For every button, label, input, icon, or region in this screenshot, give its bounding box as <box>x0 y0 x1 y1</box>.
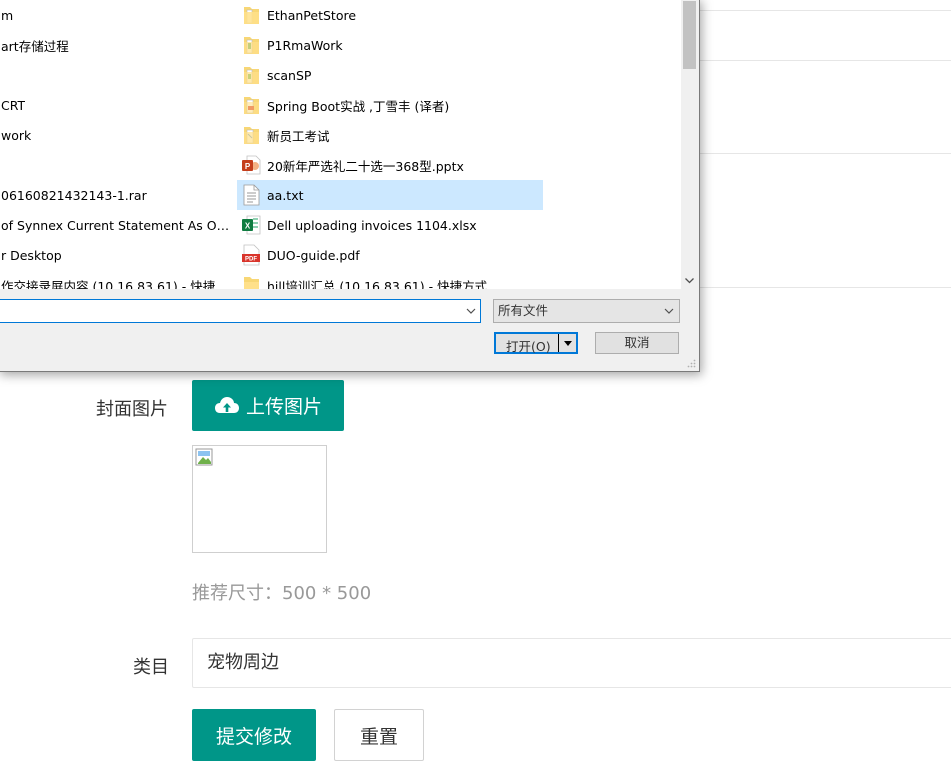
file-item[interactable]: of Synnex Current Statement As Of ... <box>1 210 233 240</box>
file-item[interactable]: work <box>1 120 233 150</box>
cloud-upload-icon <box>214 396 239 413</box>
xlsx-icon: X <box>242 215 261 235</box>
folder-icon <box>244 67 259 84</box>
file-item[interactable]: P 20新年严选礼二十选一368型.pptx <box>237 150 543 180</box>
file-item[interactable]: PDF DUO-guide.pdf <box>237 240 543 270</box>
file-item[interactable]: CRT <box>1 90 233 120</box>
cover-image-preview <box>192 445 327 553</box>
resize-grip-icon[interactable] <box>686 358 696 368</box>
file-name: 新员工考试 <box>267 128 330 144</box>
file-name: Dell uploading invoices 1104.xlsx <box>267 217 477 233</box>
submit-button[interactable]: 提交修改 <box>192 709 316 761</box>
svg-text:P: P <box>245 162 251 171</box>
file-item[interactable]: X Dell uploading invoices 1104.xlsx <box>237 210 543 240</box>
file-name: of Synnex Current Statement As Of ... <box>1 217 233 233</box>
file-name: P1RmaWork <box>267 37 343 53</box>
form-divider <box>698 60 951 61</box>
svg-text:PDF: PDF <box>245 257 257 263</box>
file-open-dialog: m art存储过程 CRT work 06160821432143-1.rar … <box>0 0 700 372</box>
category-input[interactable]: 宠物周边 <box>192 638 951 688</box>
size-hint: 推荐尺寸：500 * 500 <box>192 583 372 604</box>
filetype-selected-value: 所有文件 <box>498 303 549 318</box>
chevron-down-icon[interactable] <box>465 305 477 317</box>
file-item[interactable]: 作交接录屏内容 (10.16.83.61) - 快捷方... <box>1 270 233 290</box>
svg-text:X: X <box>245 222 251 231</box>
form-divider <box>698 287 951 288</box>
file-item-selected[interactable]: aa.txt <box>237 180 543 210</box>
file-list-pane: m art存储过程 CRT work 06160821432143-1.rar … <box>0 0 681 289</box>
dropdown-arrow-icon[interactable] <box>563 337 573 349</box>
file-item[interactable]: scanSP <box>237 60 543 90</box>
broken-image-icon <box>195 448 213 466</box>
category-label: 类目 <box>133 657 169 678</box>
scrollbar-thumb[interactable] <box>683 1 696 69</box>
txt-file-icon <box>243 184 260 206</box>
folder-shortcut-icon <box>244 277 259 289</box>
chevron-down-icon <box>664 308 674 314</box>
form-divider <box>698 153 951 154</box>
file-item[interactable]: art存储过程 <box>1 30 233 60</box>
open-button[interactable]: 打开(O) <box>494 332 578 354</box>
file-item[interactable]: 06160821432143-1.rar <box>1 180 233 210</box>
pdf-icon: PDF <box>242 244 260 266</box>
file-name: DUO-guide.pdf <box>267 247 360 263</box>
file-name: art存储过程 <box>1 38 69 54</box>
pptx-icon: P <box>242 155 261 175</box>
open-button-label: 打开(O) <box>506 339 551 354</box>
folder-icon <box>244 97 259 114</box>
file-name: m <box>1 7 14 23</box>
file-item[interactable] <box>1 60 233 90</box>
folder-icon <box>244 127 259 144</box>
file-name: 作交接录屏内容 (10.16.83.61) - 快捷方... <box>1 278 233 290</box>
file-item[interactable]: P1RmaWork <box>237 30 543 60</box>
scroll-down-arrow-icon[interactable] <box>681 272 698 289</box>
file-item[interactable]: Spring Boot实战 ,丁雪丰 (译者) <box>237 90 543 120</box>
file-item[interactable] <box>1 150 233 180</box>
folder-icon <box>244 7 259 24</box>
upload-image-button[interactable]: 上传图片 <box>192 380 344 431</box>
file-name: scanSP <box>267 67 312 83</box>
file-item[interactable]: m <box>1 0 233 30</box>
file-name: 20新年严选礼二十选一368型.pptx <box>267 158 464 174</box>
file-item[interactable]: r Desktop <box>1 240 233 270</box>
file-name: aa.txt <box>267 187 304 203</box>
file-name: work <box>1 127 32 143</box>
reset-button[interactable]: 重置 <box>334 709 424 761</box>
cover-image-label: 封面图片 <box>96 399 168 420</box>
split-divider <box>558 334 559 352</box>
cancel-button[interactable]: 取消 <box>595 332 679 354</box>
file-name: hill培训汇总 (10.16.83.61) - 快捷方式 <box>267 278 488 290</box>
form-divider <box>698 10 951 11</box>
file-name: r Desktop <box>1 247 62 263</box>
file-name: EthanPetStore <box>267 7 357 23</box>
filetype-select[interactable]: 所有文件 <box>493 299 680 323</box>
file-name: Spring Boot实战 ,丁雪丰 (译者) <box>267 98 450 114</box>
file-name: 06160821432143-1.rar <box>1 187 147 203</box>
upload-image-label: 上传图片 <box>245 396 322 418</box>
file-name: CRT <box>1 97 26 113</box>
file-list-scrollbar[interactable] <box>681 0 698 289</box>
file-item[interactable]: 新员工考试 <box>237 120 543 150</box>
folder-icon <box>244 37 259 54</box>
file-item[interactable]: EthanPetStore <box>237 0 543 30</box>
filename-input[interactable] <box>0 299 481 323</box>
file-item[interactable]: hill培训汇总 (10.16.83.61) - 快捷方式 <box>237 270 543 289</box>
